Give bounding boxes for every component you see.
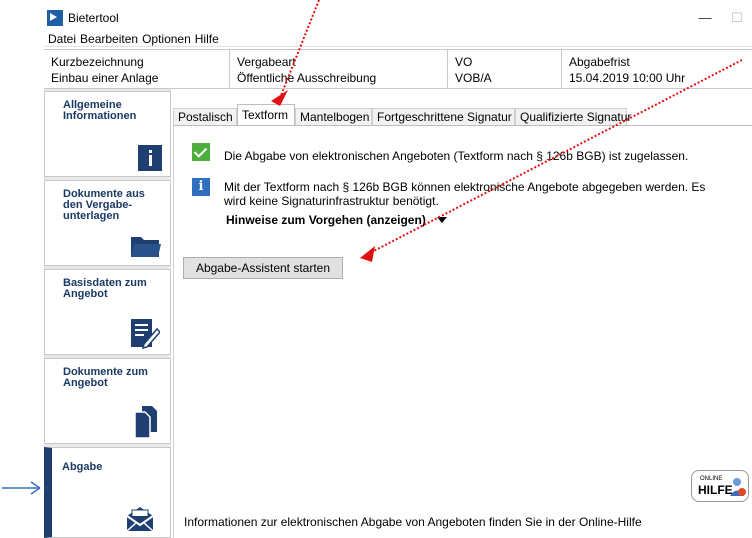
tab-qualifizierte-signatur[interactable]: Qualifizierte Signatur (515, 108, 631, 125)
menu-datei[interactable]: Datei (46, 31, 78, 47)
menu-bearbeiten[interactable]: Bearbeiten (78, 31, 140, 47)
minimize-button[interactable]: — (690, 8, 720, 30)
header-abgabefrist: Abgabefrist 15.04.2019 10:00 Uhr (569, 55, 686, 85)
window-title: Bietertool (68, 11, 119, 25)
envelope-icon (126, 507, 154, 532)
header-vo: VO VOB/A (448, 50, 562, 88)
info-icon (138, 145, 162, 171)
start-assistant-button[interactable]: Abgabe-Assistent starten (183, 257, 343, 279)
folder-icon (131, 237, 161, 257)
sidebar-item-basisdaten[interactable]: Basisdaten zum Angebot (44, 269, 171, 355)
tab-mantelbogen[interactable]: Mantelbogen (295, 108, 372, 125)
header-kurzbezeichnung: Kurzbezeichnung Einbau einer Anlage (44, 50, 230, 88)
sidebar-item-dokumente-vergabe[interactable]: Dokumente aus den Vergabe-unterlagen (44, 180, 171, 266)
sidebar-item-abgabe[interactable]: Abgabe (44, 447, 171, 538)
close-button[interactable]: ✕ (746, 8, 752, 30)
header-vergabeart: Vergabeart Öffentliche Ausschreibung (230, 50, 448, 88)
online-help-button[interactable]: ONLINE HILFE (691, 470, 749, 502)
title-bar: Bietertool — ☐ ✕ (44, 8, 752, 30)
expand-arrow-icon[interactable] (437, 217, 447, 223)
menu-bar: Datei Bearbeiten Optionen Hilfe (44, 31, 752, 47)
menu-optionen[interactable]: Optionen (140, 31, 193, 47)
help-person-icon (730, 478, 746, 496)
menu-hilfe[interactable]: Hilfe (193, 31, 221, 47)
online-help-info-text: Informationen zur elektronischen Abgabe … (184, 515, 642, 529)
allowed-status-text: Die Abgabe von elektronischen Angeboten … (224, 149, 689, 163)
app-icon (47, 10, 63, 26)
info-text: Mit der Textform nach § 126b BGB können … (224, 180, 706, 208)
tab-content-textform: Die Abgabe von elektronischen Angeboten … (173, 125, 752, 538)
sidebar: Allgemeine Informationen Dokumente aus d… (44, 89, 171, 538)
tab-textform[interactable]: Textform (237, 104, 295, 126)
edit-icon (131, 319, 160, 349)
tender-info-header: Kurzbezeichnung Einbau einer Anlage Verg… (44, 49, 752, 89)
documents-icon (134, 406, 157, 439)
sidebar-item-allgemeine-informationen[interactable]: Allgemeine Informationen (44, 91, 171, 177)
checkmark-icon (192, 143, 210, 161)
hinweise-link[interactable]: Hinweise zum Vorgehen (anzeigen) (226, 213, 426, 227)
tab-fortgeschrittene-signatur[interactable]: Fortgeschrittene Signatur (372, 108, 515, 125)
info-badge-icon: i (192, 178, 210, 196)
sidebar-item-dokumente-angebot[interactable]: Dokumente zum Angebot (44, 358, 171, 444)
tab-postalisch[interactable]: Postalisch (173, 108, 237, 125)
